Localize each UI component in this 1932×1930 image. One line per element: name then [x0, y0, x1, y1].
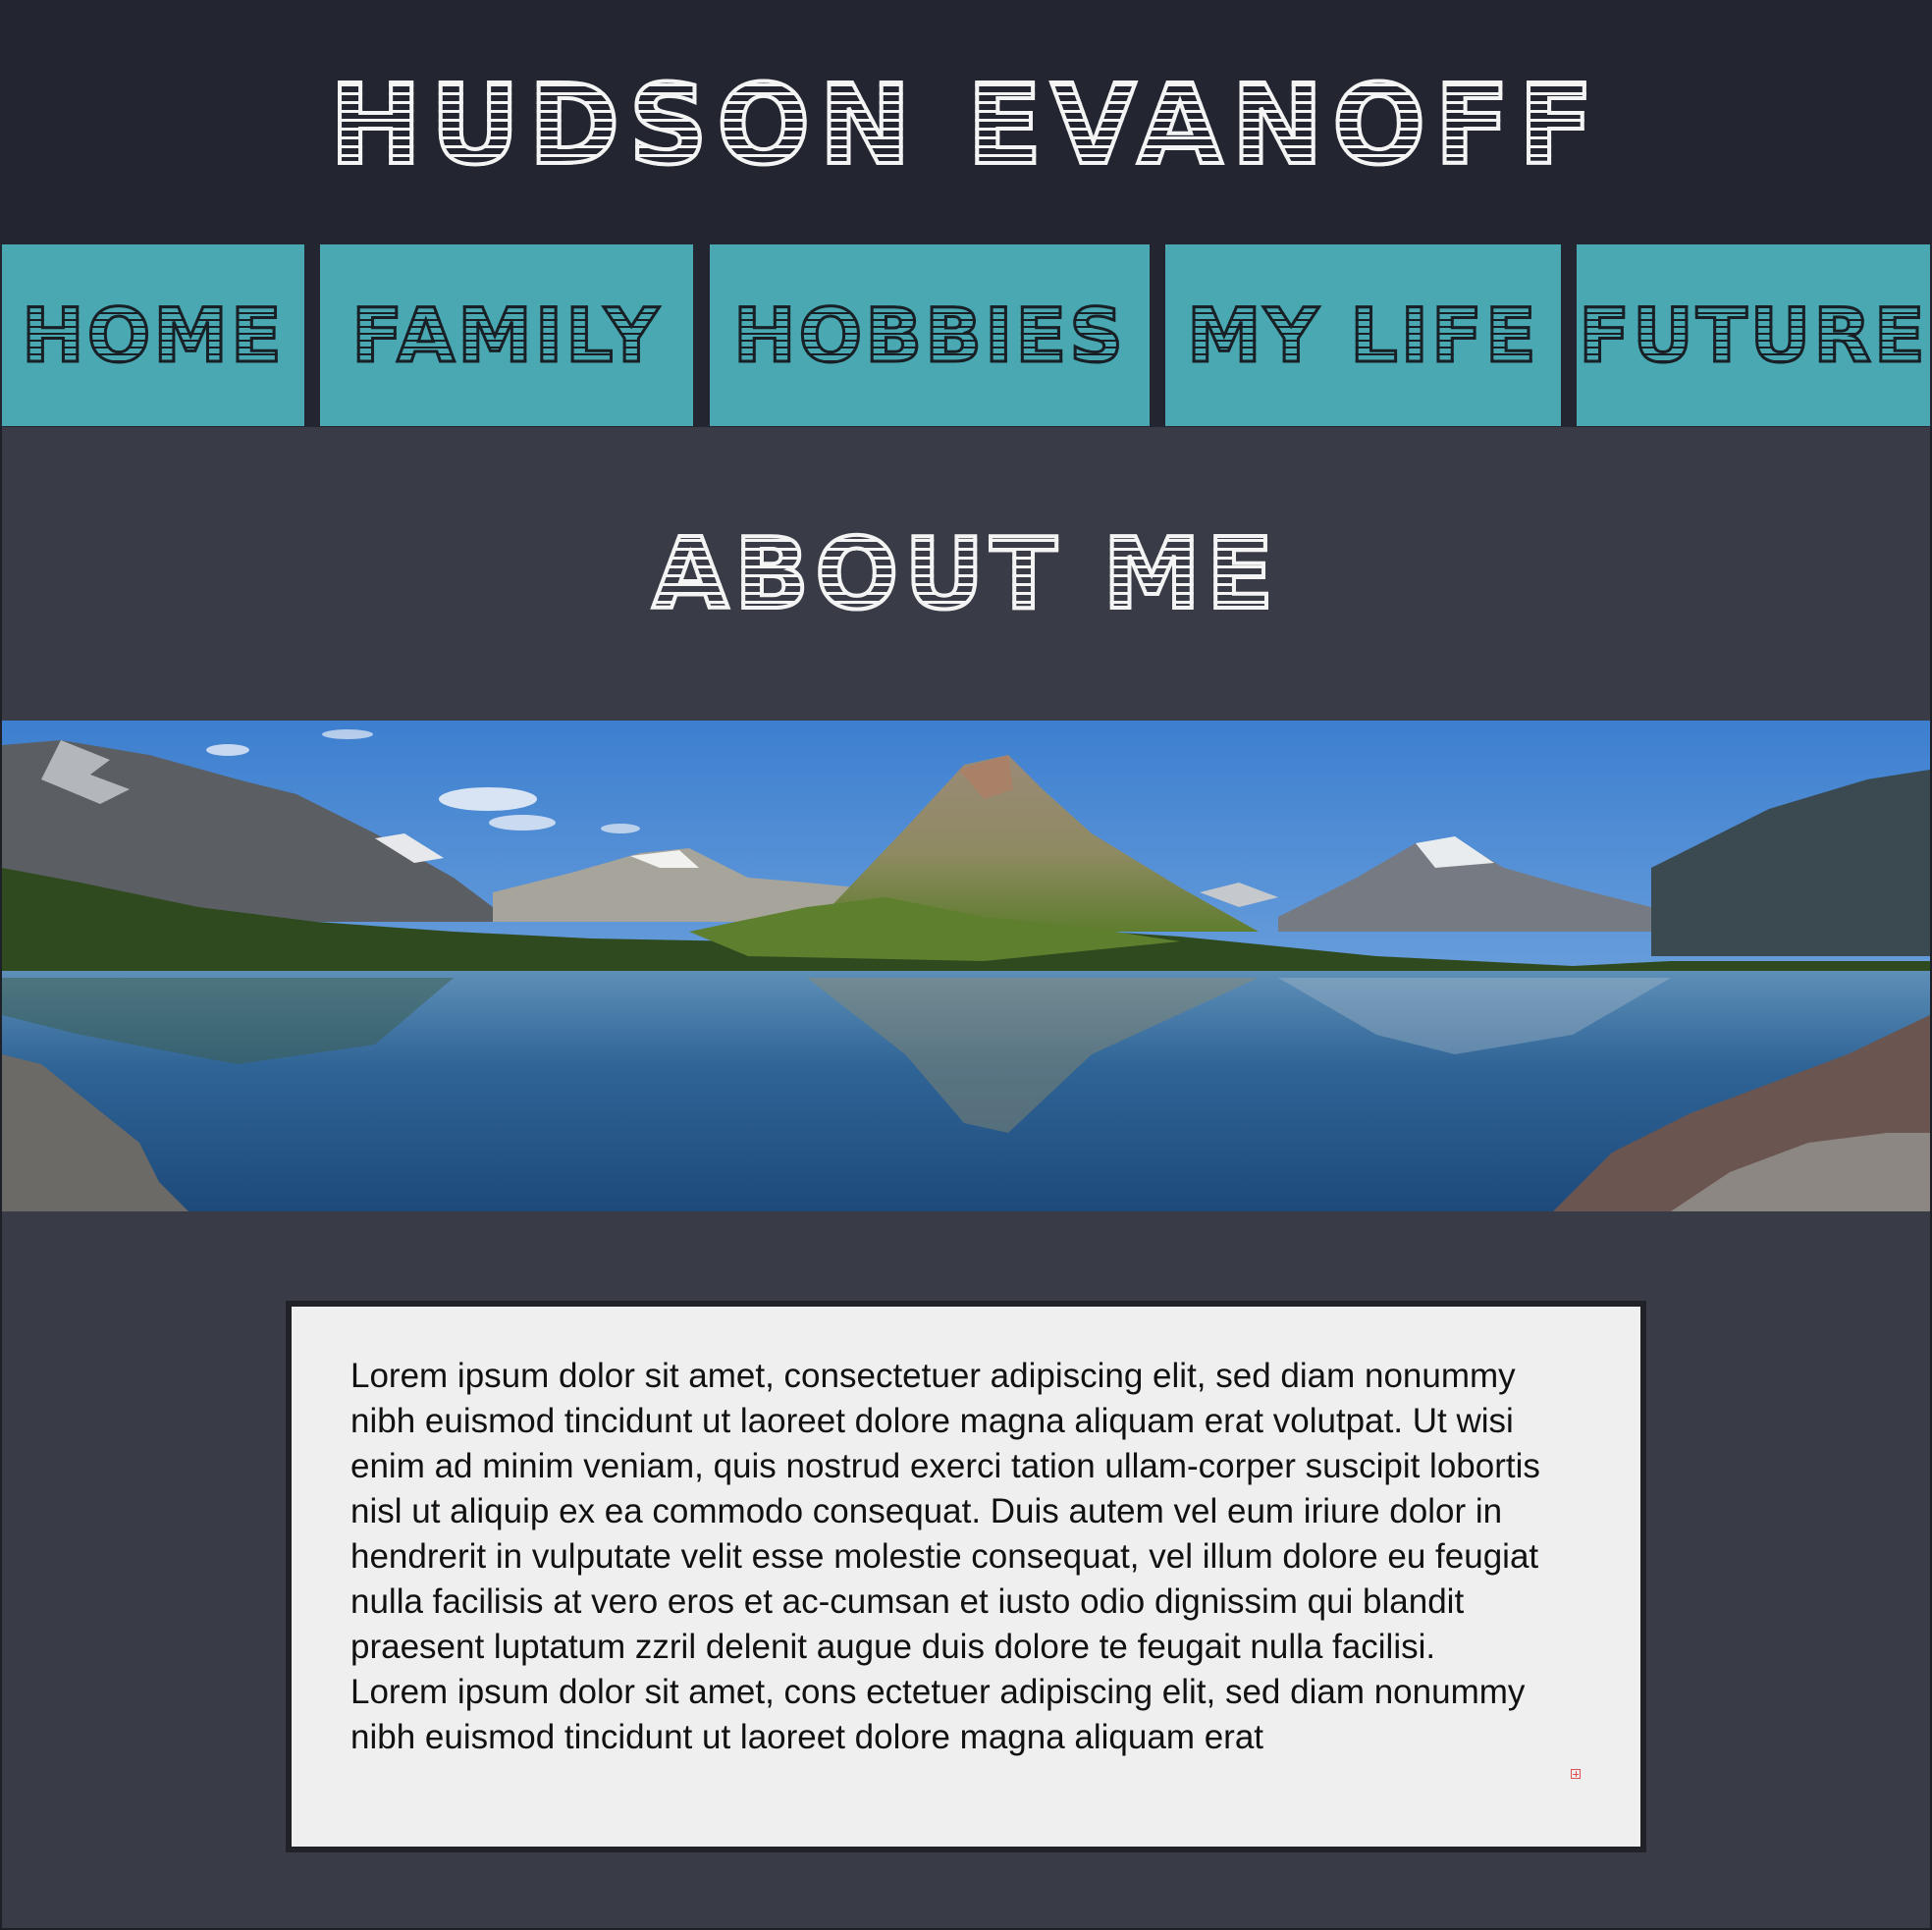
site-title: HUDSON EVANOFF	[0, 57, 1932, 194]
about-text-card: Lorem ipsum dolor sit amet, consectetuer…	[286, 1301, 1646, 1852]
nav-item-home[interactable]: HOME	[2, 244, 304, 426]
site-header: HUDSON EVANOFF	[0, 0, 1932, 244]
mountain-lake-panorama	[2, 721, 1930, 1211]
banner-image	[2, 721, 1930, 1211]
nav-item-future[interactable]: FUTURE	[1577, 244, 1930, 426]
nav-label-home: HOME	[21, 291, 285, 381]
nav-label-family: FAMILY	[350, 291, 662, 381]
nav-label-future: FUTURE	[1578, 291, 1928, 381]
about-heading: ABOUT ME	[0, 512, 1932, 636]
about-text-body: Lorem ipsum dolor sit amet, consectetuer…	[350, 1354, 1568, 1760]
nav-item-hobbies[interactable]: HOBBIES	[710, 244, 1150, 426]
text-overflow-icon[interactable]	[1571, 1769, 1581, 1779]
main-nav: HOME FAMILY HOBBIES MY LIFE FUTURE	[0, 244, 1932, 427]
nav-label-my-life: MY LIFE	[1186, 291, 1539, 381]
nav-label-hobbies: HOBBIES	[732, 291, 1126, 381]
nav-item-family[interactable]: FAMILY	[320, 244, 693, 426]
about-paragraph: Lorem ipsum dolor sit amet, cons ectetue…	[350, 1673, 1526, 1756]
nav-item-my-life[interactable]: MY LIFE	[1165, 244, 1561, 426]
about-paragraph: Lorem ipsum dolor sit amet, consectetuer…	[350, 1357, 1540, 1666]
